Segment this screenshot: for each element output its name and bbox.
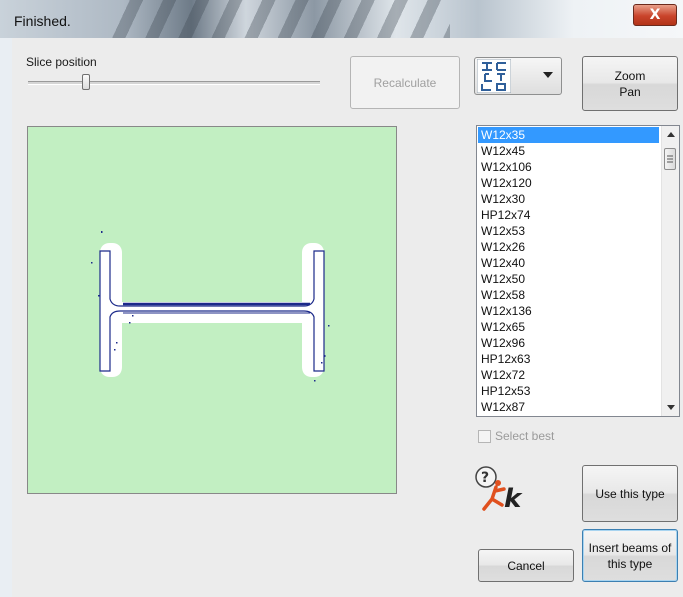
recalculate-label: Recalculate — [373, 75, 437, 90]
slice-position-label: Slice position — [26, 55, 97, 69]
section-shapes-icon — [477, 59, 511, 93]
zoom-label: Zoom — [614, 68, 646, 83]
zoom-pan-button[interactable]: Zoom Pan — [582, 56, 678, 111]
help-button[interactable]: ? k — [474, 465, 534, 513]
beam-section-drawing — [91, 231, 330, 382]
close-icon: X — [649, 7, 661, 23]
use-this-type-label: Use this type — [595, 486, 665, 501]
svg-text:?: ? — [481, 470, 489, 486]
svg-text:k: k — [504, 484, 523, 513]
slice-position-track[interactable] — [28, 81, 320, 85]
scroll-up-button[interactable] — [662, 126, 679, 143]
beam-type-list-item[interactable]: W12x106 — [478, 159, 659, 175]
beam-type-list-item[interactable]: W12x50 — [478, 271, 659, 287]
recalculate-button[interactable]: Recalculate — [350, 56, 460, 109]
beam-type-list-item[interactable]: HP12x53 — [478, 383, 659, 399]
use-this-type-button[interactable]: Use this type — [582, 465, 678, 522]
beam-type-list-item[interactable]: W12x40 — [478, 255, 659, 271]
chevron-down-icon — [666, 405, 675, 410]
beam-type-list-item[interactable]: W12x65 — [478, 319, 659, 335]
help-person-icon: ? k — [475, 466, 523, 513]
beam-type-list[interactable]: W12x35 W12x45 W12x106 W12x120 W12x30 HP12x74 W… — [476, 125, 680, 417]
beam-type-list-item[interactable]: W12x30 — [478, 191, 659, 207]
grip-icon — [667, 155, 673, 163]
scroll-down-button[interactable] — [662, 399, 679, 416]
beam-type-list-item[interactable]: HP12x63 — [478, 351, 659, 367]
beam-type-list-item[interactable]: W12x53 — [478, 223, 659, 239]
beam-type-list-item[interactable]: W12x87 — [478, 399, 659, 415]
select-best-label: Select best — [495, 429, 555, 443]
beam-type-list-items[interactable]: W12x35 W12x45 W12x106 W12x120 W12x30 HP12x74 W… — [478, 127, 659, 415]
cancel-button[interactable]: Cancel — [478, 549, 574, 582]
insert-beams-button[interactable]: Insert beams of this type — [582, 529, 678, 582]
select-best-checkbox[interactable] — [478, 429, 491, 443]
beam-type-list-item[interactable]: HP12x74 — [478, 207, 659, 223]
pan-label: Pan — [619, 84, 641, 99]
insert-beams-label-line1: Insert beams of — [588, 540, 672, 555]
slice-position-thumb[interactable] — [82, 74, 91, 90]
beam-type-list-item[interactable]: W12x35 — [478, 127, 659, 143]
insert-beams-label-line2: this type — [607, 556, 653, 571]
select-best-option[interactable]: Select best — [478, 429, 554, 443]
title-bar: Finished. X — [0, 0, 683, 38]
title-bar-background — [110, 0, 450, 38]
beam-list-scrollbar[interactable] — [661, 126, 679, 416]
chevron-up-icon — [666, 132, 675, 137]
beam-type-list-item[interactable]: W12x96 — [478, 335, 659, 351]
section-shape-dropdown[interactable] — [474, 57, 562, 95]
beam-type-list-item[interactable]: W12x26 — [478, 239, 659, 255]
beam-type-list-item[interactable]: W12x45 — [478, 143, 659, 159]
beam-type-list-item[interactable]: W12x120 — [478, 175, 659, 191]
cancel-label: Cancel — [507, 558, 545, 573]
close-button[interactable]: X — [633, 4, 677, 26]
scroll-thumb[interactable] — [664, 148, 676, 170]
beam-type-list-item[interactable]: W12x72 — [478, 367, 659, 383]
beam-type-list-item[interactable]: W12x58 — [478, 287, 659, 303]
section-preview[interactable] — [27, 126, 397, 494]
chevron-down-icon — [543, 72, 553, 78]
beam-type-list-item[interactable]: W12x136 — [478, 303, 659, 319]
window-title: Finished. — [14, 13, 71, 29]
